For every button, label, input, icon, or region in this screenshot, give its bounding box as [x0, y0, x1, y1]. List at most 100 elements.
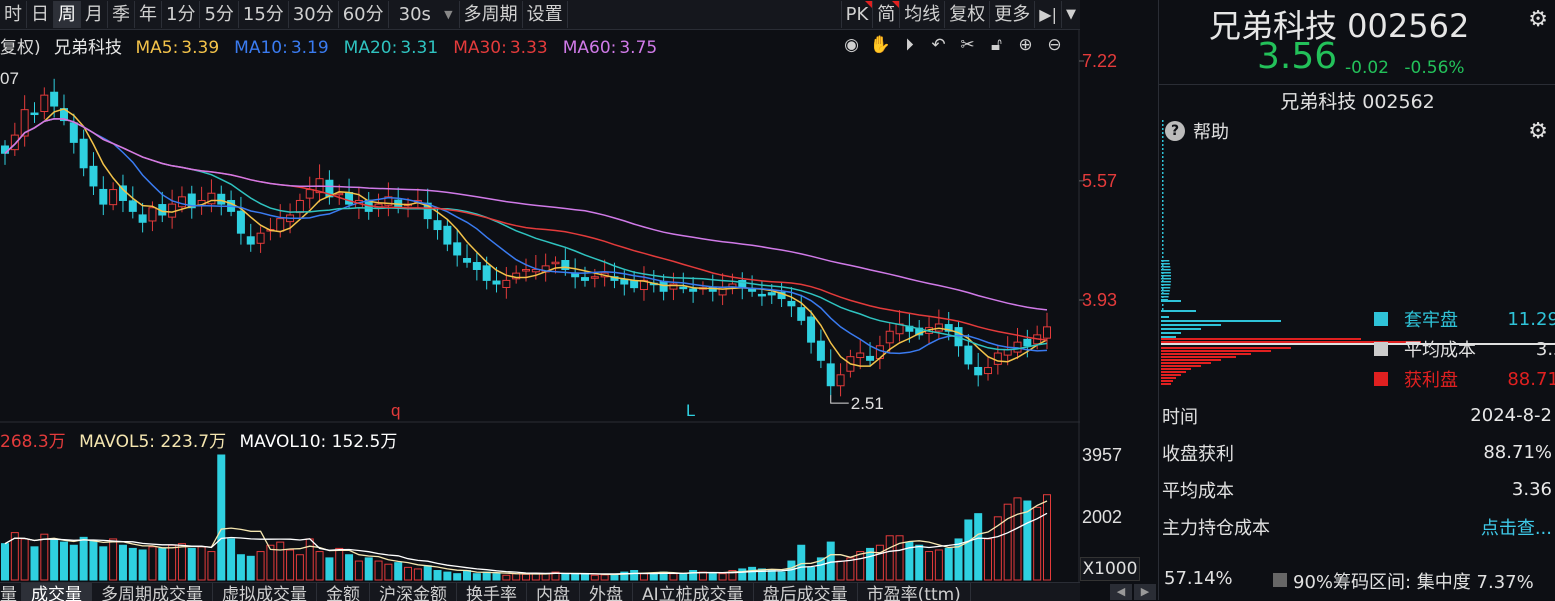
timeframe-9[interactable]: 30分: [289, 1, 339, 28]
indicator-tab-9[interactable]: AI立桩成交量: [633, 583, 754, 601]
timeframe-8[interactable]: 15分: [239, 1, 289, 28]
volume-bar: [610, 573, 619, 581]
chip-bar-trapped: [1161, 310, 1196, 312]
more-button[interactable]: 更多: [989, 1, 1034, 28]
volume-bar: [315, 551, 324, 581]
chip-settings-gear-icon[interactable]: ⚙: [1528, 119, 1548, 144]
scissors-icon[interactable]: ✂: [956, 34, 979, 56]
chip-bar-trapped: [1161, 328, 1201, 330]
indicator-tab-6[interactable]: 换手率: [457, 583, 527, 601]
indicator-tab-7[interactable]: 内盘: [527, 583, 580, 601]
multi-period-button[interactable]: 多周期: [460, 1, 523, 28]
volume-bar: [777, 571, 786, 581]
pk-button[interactable]: PK: [840, 1, 873, 28]
play-icon[interactable]: ⏵: [898, 34, 921, 56]
mavol5-label: MAVOL5:: [79, 432, 156, 452]
seconds-select[interactable]: 30s ▼: [389, 1, 460, 28]
volume-bar: [807, 566, 816, 581]
indicator-tab-10[interactable]: 盘后成交量: [754, 583, 858, 601]
candle-body: [79, 138, 88, 169]
chip-bar-profit: [1161, 383, 1171, 385]
lock-icon[interactable]: 🔓︎: [985, 34, 1008, 56]
chip-axis-dot: [1162, 228, 1164, 230]
ma-value: 3.33: [509, 38, 548, 58]
indicator-tab-2[interactable]: 多周期成交量: [92, 583, 213, 601]
indicator-tab-11[interactable]: 市盈率(ttm): [858, 583, 971, 601]
chip-axis-dot: [1162, 248, 1164, 250]
chip-bar-profit: [1161, 359, 1221, 361]
candle-body: [866, 355, 875, 361]
price-axis-label: 7.22: [1082, 51, 1117, 71]
timeframe-6[interactable]: 1分: [162, 1, 201, 28]
volume-bar: [639, 573, 648, 581]
trapped-label: 套牢盘: [1404, 310, 1458, 331]
chip-bar-trapped: [1161, 281, 1171, 283]
candle-body: [50, 91, 59, 107]
candle-body: [453, 242, 462, 256]
profit-pct: 88.71%: [1507, 368, 1555, 390]
collapse-panel-icon[interactable]: ▶|: [1034, 1, 1061, 28]
eye-icon[interactable]: ◉: [840, 34, 863, 56]
current-price: 3.56: [1257, 36, 1338, 77]
dropdown-icon[interactable]: ▼: [1061, 1, 1080, 28]
candle-body: [620, 278, 629, 285]
candle-body: [128, 200, 137, 212]
timeframe-0[interactable]: 时: [0, 1, 27, 28]
candle-body: [236, 210, 245, 234]
timeframe-5[interactable]: 年: [135, 1, 162, 28]
volume-bar: [463, 570, 472, 581]
timeframe-4[interactable]: 季: [108, 1, 135, 28]
candle-body: [295, 199, 304, 214]
chip-axis-dot: [1162, 160, 1164, 162]
indicator-tab-3[interactable]: 虚拟成交量: [213, 583, 317, 601]
chip-bar-profit: [1161, 353, 1251, 355]
candle-body: [885, 330, 894, 344]
adjust-button[interactable]: 复权: [944, 1, 989, 28]
info-key: 主力持仓成本: [1162, 517, 1270, 539]
indicator-tab-0[interactable]: 量: [0, 583, 22, 601]
gear-icon[interactable]: ⚙: [1528, 7, 1548, 32]
settings-button[interactable]: 设置: [523, 1, 568, 28]
info-row[interactable]: 主力持仓成本 点击查...: [1159, 508, 1555, 545]
zoom-in-icon[interactable]: ⊕: [1014, 34, 1037, 56]
volume-bar: [236, 554, 245, 581]
zoom-out-icon[interactable]: ⊖: [1043, 34, 1066, 56]
info-row: 时间 2024-8-2: [1159, 397, 1555, 434]
info-value: 2024-8-2: [1470, 405, 1552, 426]
chip-axis-dot: [1162, 232, 1164, 234]
ma-label: MA20:: [343, 38, 398, 58]
profit-swatch: [1374, 372, 1388, 386]
indicator-tab-5[interactable]: 沪深金额: [370, 583, 457, 601]
price-change-value: -0.02: [1345, 58, 1389, 78]
indicator-tab-1[interactable]: 成交量: [22, 583, 92, 601]
ma-lines-button[interactable]: 均线: [899, 1, 944, 28]
timeframe-10[interactable]: 60分: [339, 1, 389, 28]
chip-axis-dot: [1162, 172, 1164, 174]
scroll-left-icon[interactable]: ◀: [1110, 584, 1132, 600]
volume-bar: [128, 547, 137, 581]
avg-cost-label: 平均成本: [1404, 340, 1476, 361]
candle-body: [748, 288, 757, 292]
candle-body: [256, 232, 265, 244]
stock-chart-app: 7.22 5.57 3.93 3957 2002 2.51 07 q L 时日周月季年 1分 5分 1…: [0, 0, 1555, 601]
help-button[interactable]: ? 帮助: [1165, 118, 1229, 144]
undo-icon[interactable]: ↶: [927, 34, 950, 56]
timeframe-7[interactable]: 5分: [200, 1, 239, 28]
ma-legend-items: MA5: 3.39 MA10: 3.19 MA20: 3.31 MA30: 3.33 MA60:…: [135, 38, 672, 58]
chip-bar-trapped: [1161, 324, 1221, 326]
simple-button[interactable]: 简: [872, 1, 900, 28]
trapped-pct: 11.29%: [1507, 308, 1555, 330]
candle-body: [522, 268, 530, 272]
volume-bar: [423, 565, 432, 581]
chip-axis-dot: [1162, 144, 1164, 146]
indicator-tab-8[interactable]: 外盘: [580, 583, 633, 601]
chip-axis-dot: [1162, 236, 1164, 238]
timeframe-3[interactable]: 月: [81, 1, 108, 28]
indicator-tab-4[interactable]: 金额: [317, 583, 370, 601]
kline-chart-canvas[interactable]: 7.22 5.57 3.93 3957 2002 2.51 07 q L: [0, 0, 1158, 600]
scroll-right-icon[interactable]: ▶: [1134, 584, 1156, 600]
hand-icon[interactable]: ✋: [869, 34, 892, 56]
info-value[interactable]: 点击查...: [1481, 514, 1552, 540]
timeframe-1[interactable]: 日: [27, 1, 54, 28]
timeframe-2[interactable]: 周: [54, 1, 81, 28]
